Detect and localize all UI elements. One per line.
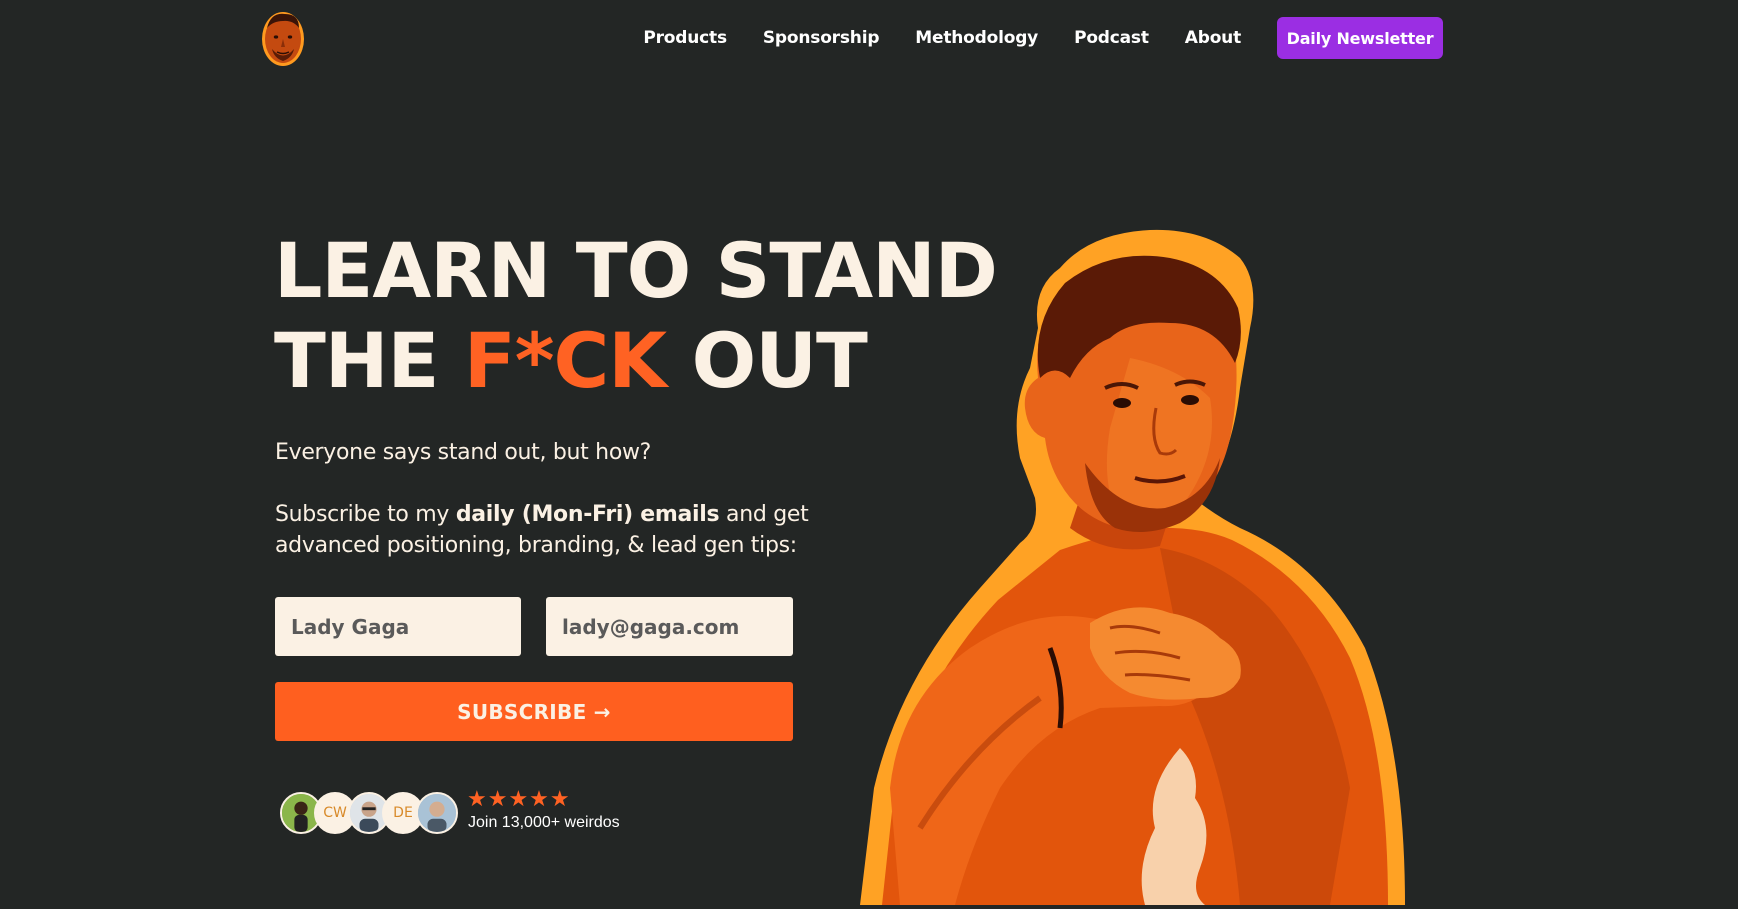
nav-products[interactable]: Products <box>643 28 727 48</box>
subtext-before: Subscribe to my <box>275 502 456 527</box>
headline-line-2-end: OUT <box>691 316 868 405</box>
daily-newsletter-button[interactable]: Daily Newsletter <box>1277 17 1443 59</box>
hero-subtext: Subscribe to my daily (Mon-Fri) emails a… <box>275 499 915 561</box>
email-input[interactable] <box>546 597 793 656</box>
nav-sponsorship[interactable]: Sponsorship <box>763 28 880 48</box>
hero-portrait-image <box>860 228 1420 905</box>
join-count-text: Join 13,000+ weirdos <box>468 814 620 831</box>
nav-podcast[interactable]: Podcast <box>1074 28 1149 48</box>
main-nav: Products Sponsorship Methodology Podcast… <box>643 17 1443 59</box>
rating-stars: ★★★★★ <box>467 787 571 812</box>
name-input[interactable] <box>275 597 521 656</box>
headline-accent: F*CK <box>463 316 667 405</box>
avatar <box>416 792 458 834</box>
avatar-initials: DE <box>393 805 413 821</box>
hero-lead: Everyone says stand out, but how? <box>275 440 652 465</box>
avatar-initials: CW <box>323 805 347 821</box>
headline-line-2-start: THE <box>274 316 439 405</box>
nav-methodology[interactable]: Methodology <box>915 28 1038 48</box>
subtext-bold: daily (Mon-Fri) emails <box>455 502 720 527</box>
subscribe-button[interactable]: SUBSCRIBE → <box>275 682 793 741</box>
nav-about[interactable]: About <box>1185 28 1241 48</box>
logo-face-icon[interactable] <box>259 6 307 68</box>
